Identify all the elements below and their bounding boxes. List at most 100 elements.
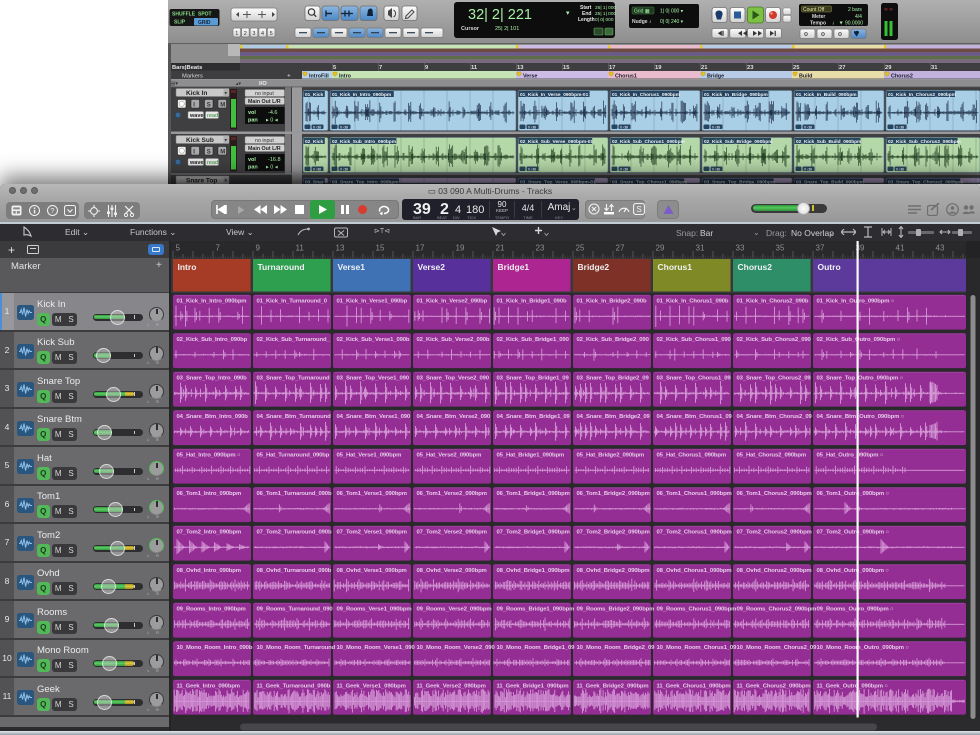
svg-text:7: 7 [216, 244, 221, 253]
svg-text:07_Tom2_Verse2_090bpm: 07_Tom2_Verse2_090bpm [417, 529, 487, 535]
svg-text:SHUFFLE: SHUFFLE [172, 12, 196, 18]
svg-text:02_Kick_Sub_Intro_090bp: 02_Kick_Sub_Intro_090bp [177, 337, 248, 343]
svg-text:S: S [636, 205, 641, 214]
svg-text:01_Kick_In_Intro_090bpm: 01_Kick_In_Intro_090bpm [177, 298, 247, 304]
svg-text:04_Snare_Btm_Bridge2_09: 04_Snare_Btm_Bridge2_09 [577, 414, 651, 420]
svg-text:07_Tom2_Bridge1_090bpm: 07_Tom2_Bridge1_090bpm [497, 529, 570, 535]
svg-text:Chorus2: Chorus2 [738, 262, 773, 272]
svg-text:10_Mono_Room_Verse1_090: 10_Mono_Room_Verse1_090 [337, 645, 416, 651]
svg-text:♩ ▾: ♩ ▾ [832, 21, 843, 27]
svg-text:⚙: ⚙ [821, 31, 826, 38]
svg-text:11: 11 [471, 65, 478, 71]
svg-text:0 dB: 0 dB [340, 124, 349, 129]
svg-text:Bridge2: Bridge2 [578, 262, 610, 272]
svg-text:11: 11 [296, 244, 305, 253]
svg-text:06_Tom1_Verse2_090bpm: 06_Tom1_Verse2_090bpm [417, 491, 487, 497]
svg-text:7: 7 [379, 65, 382, 71]
svg-text:21: 21 [701, 65, 708, 71]
svg-text:03_Snare_Top_Verse1_090: 03_Snare_Top_Verse1_090 [337, 375, 410, 381]
svg-text:SLIP: SLIP [174, 20, 186, 26]
svg-text:IntroFill: IntroFill [309, 73, 329, 79]
svg-text:01_Kick_In_Verse_090bpm-01: 01_Kick_In_Verse_090bpm-01 [520, 92, 589, 98]
svg-text:Bridge1: Bridge1 [498, 262, 530, 272]
svg-text:08_Ovhd_Turnaround_090b: 08_Ovhd_Turnaround_090b [257, 568, 332, 574]
svg-text:08_Ovhd_Chorus1_090bpm: 08_Ovhd_Chorus1_090bpm [657, 568, 732, 574]
svg-text:S: S [207, 149, 211, 155]
svg-text:07_Tom2_Turnaround_090b: 07_Tom2_Turnaround_090b [257, 529, 332, 535]
svg-text:read: read [207, 113, 218, 119]
svg-text:4/4: 4/4 [855, 14, 862, 20]
svg-text:03_Snare_Top_Bridge2_09: 03_Snare_Top_Bridge2_09 [577, 375, 650, 381]
svg-text:01_Kick_In_Chorus2_090b: 01_Kick_In_Chorus2_090b [737, 298, 809, 304]
svg-text:06_Tom1_Outro_090bpm ○: 06_Tom1_Outro_090bpm ○ [817, 491, 890, 497]
svg-text:pan: pan [248, 118, 258, 124]
svg-text:02_Kick: 02_Kick [305, 139, 323, 145]
svg-text:01_Kick_In_Verse1_090bp: 01_Kick_In_Verse1_090bp [337, 298, 408, 304]
svg-text:1: 1 [235, 31, 238, 37]
svg-text:03_Snare_Top_Bridge1_09: 03_Snare_Top_Bridge1_09 [497, 375, 570, 381]
svg-text:Turnaround: Turnaround [258, 262, 305, 272]
svg-text:M: M [220, 149, 225, 155]
svg-text:▤▾: ▤▾ [170, 81, 178, 87]
svg-text:01_Kick_In_Turnaround_0: 01_Kick_In_Turnaround_0 [257, 298, 328, 304]
svg-text:01_Kick_In_Bridge_090bpm: 01_Kick_In_Bridge_090bpm [704, 92, 768, 98]
svg-text:Verse1: Verse1 [338, 262, 366, 272]
svg-text:21: 21 [496, 244, 505, 253]
svg-text:31: 31 [696, 244, 705, 253]
svg-text:05_Hat_Turnaround_090bp: 05_Hat_Turnaround_090bp [257, 452, 330, 458]
svg-text:01_Kick_In_Chorus1_090bpm: 01_Kick_In_Chorus1_090bpm [612, 92, 680, 98]
svg-text:29: 29 [656, 244, 665, 253]
svg-text:23: 23 [536, 244, 545, 253]
svg-text:02_Kick_Sub_Bridge_090bpm: 02_Kick_Sub_Bridge_090bpm [704, 139, 773, 145]
svg-text:Intro: Intro [178, 262, 197, 272]
svg-text:▸ 0 ◂: ▸ 0 ◂ [266, 118, 278, 124]
svg-text:wave: wave [189, 113, 203, 119]
svg-text:37: 37 [816, 244, 825, 253]
svg-text:Main Out L/R: Main Out L/R [248, 146, 281, 152]
svg-text:Nudge ♪: Nudge ♪ [632, 19, 652, 25]
svg-text:08_Ovhd_Verse1_090bpm: 08_Ovhd_Verse1_090bpm [337, 568, 407, 574]
svg-text:+: + [287, 73, 291, 80]
svg-text:11_Geek_Chorus2_090bpm: 11_Geek_Chorus2_090bpm [737, 683, 811, 689]
svg-text:GRID: GRID [198, 20, 211, 26]
svg-text:09_Rooms_Turnaround_090: 09_Rooms_Turnaround_090 [257, 606, 334, 612]
svg-text:06_Tom1_Turnaround_090b: 06_Tom1_Turnaround_090b [257, 491, 332, 497]
svg-text:08_Ovhd_Bridge1_090bpm: 08_Ovhd_Bridge1_090bpm [497, 568, 570, 574]
svg-text:02_Kick_Sub_Turnaround_: 02_Kick_Sub_Turnaround_ [257, 337, 331, 343]
svg-text:25: 25 [793, 65, 800, 71]
svg-text:23: 23 [747, 65, 754, 71]
svg-text:25: 25 [576, 244, 585, 253]
svg-text:13: 13 [517, 65, 524, 71]
svg-text:Outro: Outro [818, 262, 841, 272]
svg-text:35: 35 [776, 244, 785, 253]
svg-text:09_Rooms_Verse1_090bpm: 09_Rooms_Verse1_090bpm [337, 606, 412, 612]
svg-text:wave: wave [189, 160, 203, 166]
svg-text:19: 19 [456, 244, 465, 253]
svg-text:04_Snare_Btm_Intro_090b: 04_Snare_Btm_Intro_090b [177, 414, 249, 420]
svg-text:01_Kick_In_Chorus1_090b: 01_Kick_In_Chorus1_090b [657, 298, 729, 304]
svg-text:05_Hat_Chorus1_090bpm: 05_Hat_Chorus1_090bpm [657, 452, 727, 458]
svg-text:07_Tom2_Bridge2_090bpm: 07_Tom2_Bridge2_090bpm [577, 529, 650, 535]
svg-text:2 bars: 2 bars [848, 7, 862, 13]
svg-text:09_Rooms_Verse2_090bpm: 09_Rooms_Verse2_090bpm [417, 606, 492, 612]
svg-text:05_Hat_Bridge1_090bpm: 05_Hat_Bridge1_090bpm [497, 452, 565, 458]
svg-text:11_Geek_Turnaround_090b: 11_Geek_Turnaround_090b [257, 683, 331, 689]
svg-text:07_Tom2_Verse1_090bpm: 07_Tom2_Verse1_090bpm [337, 529, 407, 535]
svg-text:02_Kick_Sub_Verse_090bpm-01: 02_Kick_Sub_Verse_090bpm-01 [520, 139, 593, 145]
svg-text:0 dB: 0 dB [313, 124, 322, 129]
svg-text:Intro: Intro [339, 73, 352, 79]
svg-text:S: S [207, 102, 211, 108]
svg-text:09_Rooms_Outro_090bpm ○: 09_Rooms_Outro_090bpm ○ [817, 606, 894, 612]
svg-text:05_Hat_Bridge2_090bpm: 05_Hat_Bridge2_090bpm [577, 452, 645, 458]
svg-text:Bridge: Bridge [707, 73, 724, 79]
svg-text:07_Tom2_Chorus1_090bpm: 07_Tom2_Chorus1_090bpm [657, 529, 732, 535]
svg-text:11_Geek_Intro_090bpm: 11_Geek_Intro_090bpm [177, 683, 240, 689]
svg-text:Meter: Meter [812, 14, 825, 20]
svg-text:4: 4 [261, 31, 264, 37]
svg-text:0 dB: 0 dB [712, 124, 721, 129]
svg-text:Chorus2: Chorus2 [891, 73, 913, 79]
svg-text:03_Snare_Top_Chorus2_09: 03_Snare_Top_Chorus2_09 [737, 375, 812, 381]
svg-text:Cursor: Cursor [461, 26, 480, 32]
svg-text:05_Hat_Chorus2_090bpm: 05_Hat_Chorus2_090bpm [737, 452, 807, 458]
svg-text:15: 15 [563, 65, 570, 71]
